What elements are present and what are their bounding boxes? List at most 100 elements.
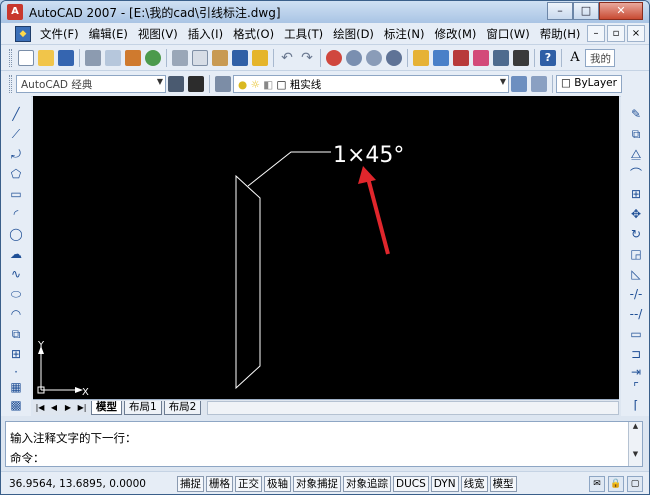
break-at-point-icon[interactable]: ⊐ (628, 346, 644, 362)
autocad-app-icon[interactable]: A (7, 4, 23, 20)
copy-object-icon[interactable]: ⧉ (628, 126, 644, 142)
lineweight-button[interactable]: 线宽 (460, 475, 488, 492)
fillet-icon[interactable]: ⌈ (628, 397, 644, 413)
help-icon[interactable]: ? (540, 49, 556, 66)
ortho-button[interactable]: 正交 (235, 475, 262, 492)
make-current-layer-icon[interactable] (511, 75, 527, 92)
layer-manager-icon[interactable] (215, 75, 231, 92)
dyn-button[interactable]: DYN (430, 475, 459, 492)
doc-close-button[interactable]: × (627, 25, 645, 42)
offset-icon[interactable]: ⌒ (628, 166, 644, 182)
otrack-button[interactable]: 对象追踪 (343, 475, 391, 492)
open-file-icon[interactable] (38, 49, 54, 66)
copy-icon[interactable] (192, 49, 208, 66)
tab-layout2[interactable]: 布局2 (163, 400, 202, 415)
lock-toolbar-icon[interactable]: 🔒 (608, 475, 624, 492)
polyline-icon[interactable]: ⤾ (8, 146, 24, 162)
tool-palettes-icon[interactable] (453, 49, 469, 66)
scale-icon[interactable]: ◲ (628, 246, 644, 262)
scroll-up-icon[interactable]: ▲ (629, 422, 642, 430)
rotate-icon[interactable]: ↻ (628, 226, 644, 242)
ducs-button[interactable]: DUCS (393, 475, 429, 492)
menu-tools[interactable]: 工具(T) (279, 26, 328, 42)
redo-icon[interactable]: ↷ (299, 50, 315, 66)
doc-restore-button[interactable]: ▫ (607, 25, 625, 42)
workspace-select[interactable]: AutoCAD 经典 ▼ (16, 74, 166, 93)
pan-icon[interactable] (326, 49, 342, 66)
spline-icon[interactable]: ∿ (8, 266, 24, 282)
paste-icon[interactable] (212, 49, 228, 66)
command-scrollbar[interactable]: ▲ ▼ (628, 422, 642, 466)
communication-center-icon[interactable]: ✉ (589, 475, 605, 492)
join-icon[interactable]: ⇥ (628, 364, 644, 380)
close-button[interactable]: ✕ (599, 2, 643, 20)
document-icon[interactable]: ◆ (15, 25, 31, 42)
first-tab-button[interactable]: |◀ (33, 401, 47, 414)
new-file-icon[interactable] (18, 49, 34, 66)
menu-draw[interactable]: 绘图(D) (328, 26, 379, 42)
print-icon[interactable] (85, 49, 101, 66)
ellipse-arc-icon[interactable]: ◠ (8, 306, 24, 322)
arc-icon[interactable]: ◜ (8, 206, 24, 222)
menu-edit[interactable]: 编辑(E) (84, 26, 133, 42)
move-icon[interactable]: ✥ (628, 206, 644, 222)
save-icon[interactable] (58, 49, 74, 66)
zoom-realtime-icon[interactable] (346, 49, 362, 66)
snap-button[interactable]: 捕捉 (177, 475, 204, 492)
command-window[interactable]: 输入注释文字的下一行： 命令： ▲ ▼ (5, 421, 643, 467)
menu-insert[interactable]: 插入(I) (183, 26, 228, 42)
point-icon[interactable]: · (8, 364, 24, 380)
scroll-down-icon[interactable]: ▼ (629, 450, 642, 458)
make-block-icon[interactable]: ⊞ (8, 346, 24, 362)
command-prompt[interactable]: 命令： (10, 450, 45, 466)
plot-preview-icon[interactable] (105, 49, 121, 66)
undo-icon[interactable]: ↶ (279, 50, 295, 66)
polar-button[interactable]: 极轴 (264, 475, 291, 492)
last-tab-button[interactable]: ▶| (75, 401, 89, 414)
circle-icon[interactable]: ◯ (8, 226, 24, 242)
menu-help[interactable]: 帮助(H) (535, 26, 586, 42)
gradient-icon[interactable]: ▩ (8, 397, 24, 413)
layer-select[interactable]: ● ☼ ◧ □ 粗实线 ▼ (233, 74, 509, 93)
horizontal-scrollbar[interactable] (207, 400, 619, 415)
save-workspace-icon[interactable] (188, 75, 204, 92)
menu-format[interactable]: 格式(O) (228, 26, 279, 42)
toolbar-grip[interactable] (9, 74, 12, 93)
workspace-settings-icon[interactable] (168, 75, 184, 92)
polygon-icon[interactable]: ⬠ (8, 166, 24, 182)
coordinate-readout[interactable]: 36.9564, 13.6895, 0.0000 (9, 478, 175, 490)
menu-window[interactable]: 窗口(W) (481, 26, 534, 42)
chamfer-icon[interactable]: ⌜ (628, 379, 644, 395)
clean-screen-icon[interactable]: ▢ (627, 475, 643, 492)
menu-file[interactable]: 文件(F) (35, 26, 84, 42)
text-style-select[interactable]: 我的 (585, 48, 615, 67)
menu-dimension[interactable]: 标注(N) (379, 26, 430, 42)
next-tab-button[interactable]: ▶ (61, 401, 75, 414)
calculator-icon[interactable] (513, 49, 529, 66)
sheet-set-icon[interactable] (473, 49, 489, 66)
title-bar[interactable]: A AutoCAD 2007 - [E:\我的cad\引线标注.dwg] – □… (1, 1, 649, 23)
markup-icon[interactable] (493, 49, 509, 66)
design-center-icon[interactable] (433, 49, 449, 66)
hatch-icon[interactable]: ▦ (8, 379, 24, 395)
prev-tab-button[interactable]: ◀ (47, 401, 61, 414)
doc-minimize-button[interactable]: – (587, 25, 605, 42)
block-editor-icon[interactable] (252, 49, 268, 66)
construction-line-icon[interactable]: ⟋ (8, 126, 24, 142)
rectangle-icon[interactable]: ▭ (8, 186, 24, 202)
revision-cloud-icon[interactable]: ☁ (8, 246, 24, 262)
maximize-button[interactable]: □ (573, 2, 599, 20)
ellipse-icon[interactable]: ⬭ (8, 286, 24, 302)
tab-layout1[interactable]: 布局1 (124, 400, 162, 415)
extend-icon[interactable]: --/ (628, 306, 644, 322)
color-select[interactable]: □ ByLayer (556, 74, 622, 93)
text-style-icon[interactable]: A (567, 50, 583, 66)
cut-icon[interactable] (172, 49, 188, 66)
properties-icon[interactable] (413, 49, 429, 66)
osnap-button[interactable]: 对象捕捉 (293, 475, 341, 492)
grid-button[interactable]: 栅格 (206, 475, 233, 492)
menu-modify[interactable]: 修改(M) (430, 26, 482, 42)
model-button[interactable]: 模型 (489, 475, 517, 492)
zoom-previous-icon[interactable] (386, 49, 402, 66)
line-tool-icon[interactable]: ╱ (8, 106, 24, 122)
